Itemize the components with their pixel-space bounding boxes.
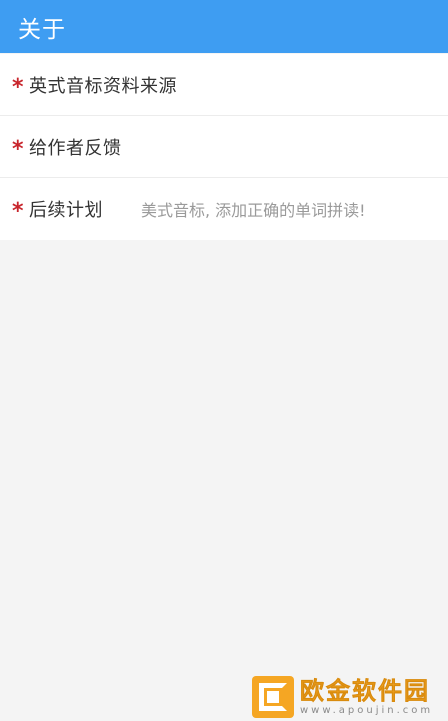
bullet-star-icon: * bbox=[12, 74, 24, 100]
watermark-name: 欧金软件园 bbox=[300, 677, 430, 706]
list-item-label: 英式音标资料来源 bbox=[29, 75, 177, 97]
list-item-future-plans[interactable]: * 后续计划 美式音标, 添加正确的单词拼读! bbox=[0, 178, 448, 240]
list-item-label: 给作者反馈 bbox=[29, 137, 122, 159]
app-bar: 关于 bbox=[0, 0, 448, 53]
list-item-phonetic-source[interactable]: * 英式音标资料来源 bbox=[0, 54, 448, 116]
bullet-star-icon: * bbox=[12, 199, 24, 224]
page-title: 关于 bbox=[18, 16, 66, 43]
about-list: * 英式音标资料来源 * 给作者反馈 * 后续计划 美式音标, 添加正确的单词拼… bbox=[0, 54, 448, 240]
watermark-logo-icon bbox=[252, 676, 294, 718]
list-item-label: 后续计划 bbox=[29, 200, 103, 221]
list-item-feedback[interactable]: * 给作者反馈 bbox=[0, 116, 448, 178]
list-item-description: 美式音标, 添加正确的单词拼读! bbox=[141, 201, 366, 220]
bullet-star-icon: * bbox=[12, 136, 24, 162]
watermark-url: www.apoujin.com bbox=[300, 705, 434, 716]
watermark: 欧金软件园 www.apoujin.com bbox=[252, 675, 444, 719]
